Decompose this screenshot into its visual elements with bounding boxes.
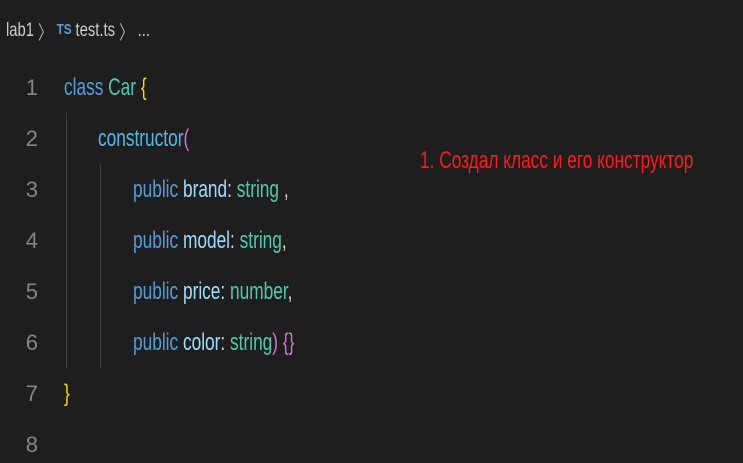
code-line[interactable]: 7 } xyxy=(0,368,743,419)
code-text: class Car { xyxy=(64,74,147,101)
breadcrumb: lab1 〉 TS test.ts 〉 ... xyxy=(6,18,150,44)
line-number: 4 xyxy=(25,228,38,253)
breadcrumb-folder[interactable]: lab1 xyxy=(6,20,34,42)
line-number: 8 xyxy=(25,432,38,457)
breadcrumb-file[interactable]: test.ts xyxy=(76,20,116,42)
breadcrumb-separator: 〉 xyxy=(37,22,53,44)
typescript-file-icon: TS xyxy=(56,20,72,38)
code-text: public color: string) {} xyxy=(133,329,295,356)
code-text: public model: string, xyxy=(133,227,287,254)
code-text: public price: number, xyxy=(133,278,293,305)
line-number: 5 xyxy=(25,279,38,304)
line-number: 7 xyxy=(25,381,38,406)
code-line[interactable]: 8 xyxy=(0,419,743,463)
code-text: constructor( xyxy=(98,125,190,152)
code-line[interactable]: 6 public color: string) {} xyxy=(0,317,743,368)
code-editor[interactable]: 1 class Car { 2 constructor( 3 public br… xyxy=(0,62,743,463)
code-text: } xyxy=(64,380,70,407)
code-text: public brand: string , xyxy=(133,176,289,203)
code-line[interactable]: 1 class Car { xyxy=(0,62,743,113)
line-number: 1 xyxy=(25,75,38,100)
code-line[interactable]: 4 public model: string, xyxy=(0,215,743,266)
code-line[interactable]: 5 public price: number, xyxy=(0,266,743,317)
line-number: 3 xyxy=(25,177,38,202)
breadcrumb-separator: 〉 xyxy=(118,22,134,44)
line-number: 2 xyxy=(25,126,38,151)
annotation-note: 1. Создал класс и его конструктор xyxy=(420,147,694,174)
line-number: 6 xyxy=(25,330,38,355)
breadcrumb-symbols[interactable]: ... xyxy=(138,20,150,42)
